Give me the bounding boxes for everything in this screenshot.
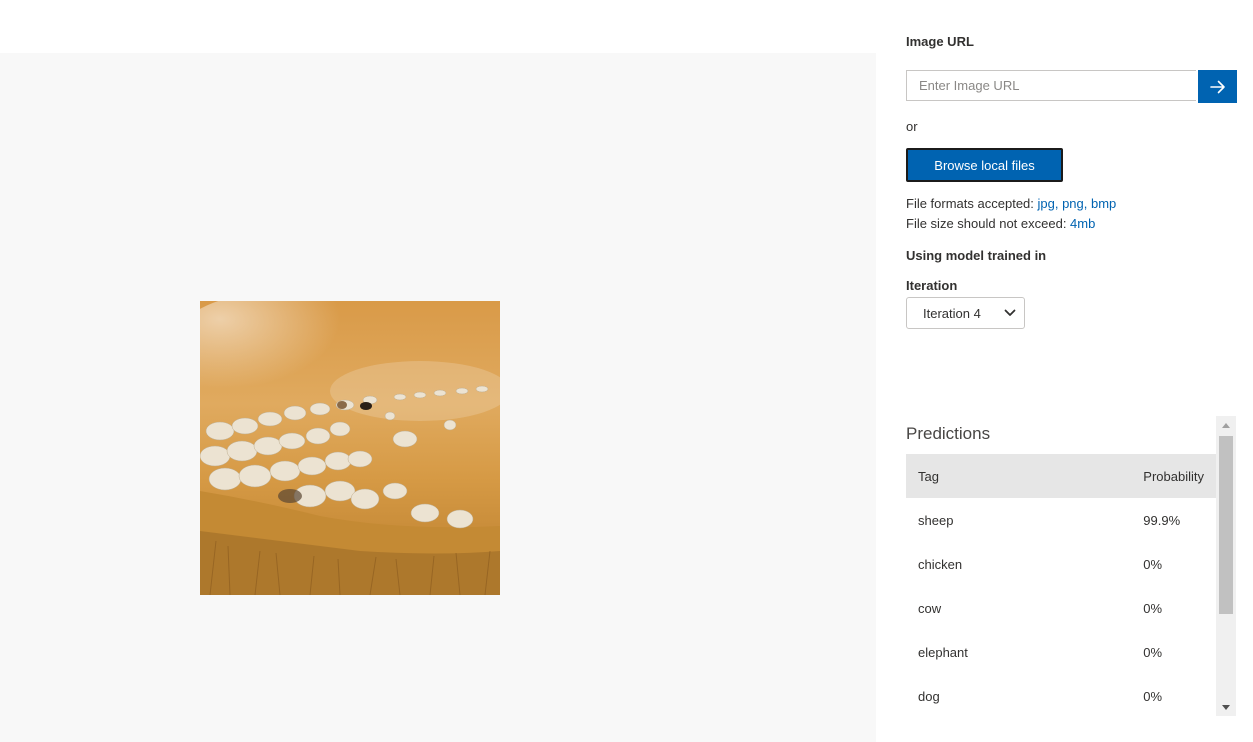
submit-url-button[interactable]	[1198, 70, 1237, 103]
file-size-prefix: File size should not exceed:	[906, 216, 1071, 231]
scrollbar-thumb[interactable]	[1219, 436, 1233, 614]
file-size-value: 4mb	[1070, 216, 1096, 231]
or-separator: or	[906, 119, 918, 134]
scroll-up-arrow-icon[interactable]	[1216, 416, 1236, 434]
table-row: sheep 99.9%	[906, 498, 1216, 542]
file-size-info: File size should not exceed: 4mb	[906, 216, 1095, 231]
image-url-label: Image URL	[906, 34, 974, 49]
predictions-table: Tag Probability sheep 99.9% chicken 0% c…	[906, 454, 1216, 718]
iteration-label: Iteration	[906, 278, 958, 293]
scroll-down-arrow-icon[interactable]	[1216, 698, 1236, 716]
table-row: dog 0%	[906, 674, 1216, 718]
predictions-scrollbar[interactable]	[1216, 416, 1236, 716]
probability-cell: 99.9%	[1143, 512, 1181, 528]
file-formats-prefix: File formats accepted:	[906, 196, 1038, 211]
predictions-header-row: Tag Probability	[906, 454, 1216, 498]
column-header-probability: Probability	[1131, 454, 1216, 498]
chevron-down-icon	[1004, 309, 1016, 317]
browse-local-files-button[interactable]: Browse local files	[906, 148, 1063, 182]
probability-cell: 0%	[1143, 556, 1163, 572]
tag-cell: chicken	[918, 556, 963, 572]
preview-image	[200, 301, 500, 595]
iteration-selected-value: Iteration 4	[923, 305, 981, 321]
table-row: chicken 0%	[906, 542, 1216, 586]
file-formats-info: File formats accepted: jpg, png, bmp	[906, 196, 1116, 211]
tag-cell: sheep	[918, 512, 954, 528]
table-row: elephant 0%	[906, 630, 1216, 674]
file-formats-value: jpg, png, bmp	[1037, 196, 1117, 211]
table-row: cow 0%	[906, 586, 1216, 630]
tag-cell: dog	[918, 688, 940, 704]
tag-cell: elephant	[918, 644, 968, 660]
probability-cell: 0%	[1143, 644, 1163, 660]
model-label: Using model trained in	[906, 248, 1047, 263]
image-url-input[interactable]	[906, 70, 1196, 101]
preview-pane	[0, 53, 876, 742]
tag-cell: cow	[918, 600, 942, 616]
iteration-dropdown[interactable]: Iteration 4	[906, 297, 1025, 329]
sheep-field-image	[200, 301, 500, 595]
column-header-tag: Tag	[906, 454, 1132, 498]
arrow-right-icon	[1209, 80, 1226, 94]
probability-cell: 0%	[1143, 600, 1163, 616]
probability-cell: 0%	[1143, 688, 1163, 704]
predictions-title: Predictions	[906, 424, 991, 443]
